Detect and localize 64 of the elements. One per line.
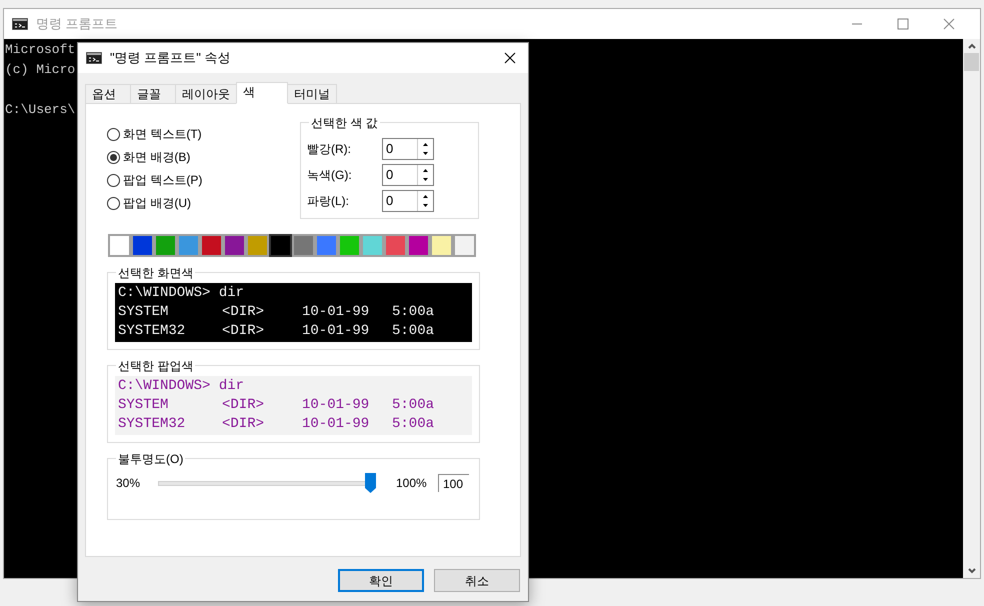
preview-text: 10-01-99 bbox=[302, 415, 370, 434]
dialog-title: "명령 프롬프트" 속성 bbox=[110, 49, 230, 68]
spin-field[interactable]: 0 bbox=[382, 190, 434, 212]
color-swatch[interactable] bbox=[384, 234, 407, 257]
spin-field[interactable]: 0 bbox=[382, 138, 434, 160]
color-swatch[interactable] bbox=[453, 234, 476, 257]
color-swatch[interactable] bbox=[177, 234, 200, 257]
color-swatch[interactable] bbox=[315, 234, 338, 257]
preview-text: C:\WINDOWS> dir bbox=[118, 377, 244, 396]
console-line: Microsoft bbox=[5, 41, 76, 59]
preview-text: SYSTEM bbox=[118, 303, 170, 322]
close-icon[interactable] bbox=[504, 52, 516, 64]
color-swatch[interactable] bbox=[407, 234, 430, 257]
preview-text: 5:00a bbox=[392, 322, 434, 341]
preview-text: SYSTEM32 bbox=[118, 415, 186, 434]
preview-text: C:\WINDOWS> dir bbox=[118, 284, 244, 303]
preview-text: 10-01-99 bbox=[302, 322, 370, 341]
preview-text: 5:00a bbox=[392, 396, 434, 415]
tab[interactable]: 옵션 bbox=[85, 84, 131, 104]
preview-text: <DIR> bbox=[222, 322, 266, 341]
max-label: 100% bbox=[396, 475, 428, 492]
color-swatch[interactable] bbox=[430, 234, 453, 257]
preview-text: 10-01-99 bbox=[302, 303, 370, 322]
radio-option[interactable]: 화면 텍스트(T) bbox=[107, 126, 300, 142]
console-icon bbox=[86, 52, 102, 64]
tab[interactable]: 색 bbox=[236, 82, 288, 104]
dialog-button[interactable]: 취소 bbox=[434, 569, 520, 592]
tab[interactable]: 터미널 bbox=[287, 84, 337, 104]
color-swatch[interactable] bbox=[223, 234, 246, 257]
color-swatch[interactable] bbox=[108, 234, 131, 257]
dialog-button[interactable]: 확인 bbox=[338, 569, 424, 592]
scroll-thumb[interactable] bbox=[964, 53, 979, 71]
radio-option[interactable]: 화면 배경(B) bbox=[107, 149, 300, 165]
console-line: C:\Users\ bbox=[5, 101, 76, 119]
preview-text: 10-01-99 bbox=[302, 396, 370, 415]
color-swatch[interactable] bbox=[269, 234, 292, 257]
color-swatch[interactable] bbox=[246, 234, 269, 257]
color-swatch[interactable] bbox=[154, 234, 177, 257]
field-label: 빨강(R): bbox=[307, 141, 352, 158]
spin-field[interactable]: 0 bbox=[382, 164, 434, 186]
preview-text: SYSTEM bbox=[118, 396, 170, 415]
console-line: (c) Micro bbox=[5, 61, 76, 79]
radio-option[interactable]: 팝업 배경(U) bbox=[107, 195, 300, 211]
scrollbar[interactable] bbox=[963, 39, 980, 578]
preview-text: <DIR> bbox=[222, 303, 266, 322]
color-swatch[interactable] bbox=[361, 234, 384, 257]
color-swatch[interactable] bbox=[292, 234, 315, 257]
field-label: 녹색(G): bbox=[307, 167, 353, 184]
radio-option[interactable]: 팝업 텍스트(P) bbox=[107, 172, 300, 188]
preview-text: SYSTEM32 bbox=[118, 322, 186, 341]
preview-text: <DIR> bbox=[222, 396, 266, 415]
opacity-field[interactable]: 100 bbox=[438, 474, 469, 492]
console-icon bbox=[12, 18, 28, 30]
preview-text: <DIR> bbox=[222, 415, 266, 434]
color-swatch[interactable] bbox=[131, 234, 154, 257]
window-title: 명령 프롬프트 bbox=[36, 15, 118, 34]
color-swatch[interactable] bbox=[200, 234, 223, 257]
min-label: 30% bbox=[116, 475, 142, 492]
preview-text: 5:00a bbox=[392, 303, 434, 322]
slider-thumb[interactable] bbox=[365, 473, 376, 493]
slider-track[interactable] bbox=[158, 473, 376, 493]
color-swatch[interactable] bbox=[338, 234, 361, 257]
preview-text: 5:00a bbox=[392, 415, 434, 434]
field-label: 파랑(L): bbox=[307, 193, 350, 210]
